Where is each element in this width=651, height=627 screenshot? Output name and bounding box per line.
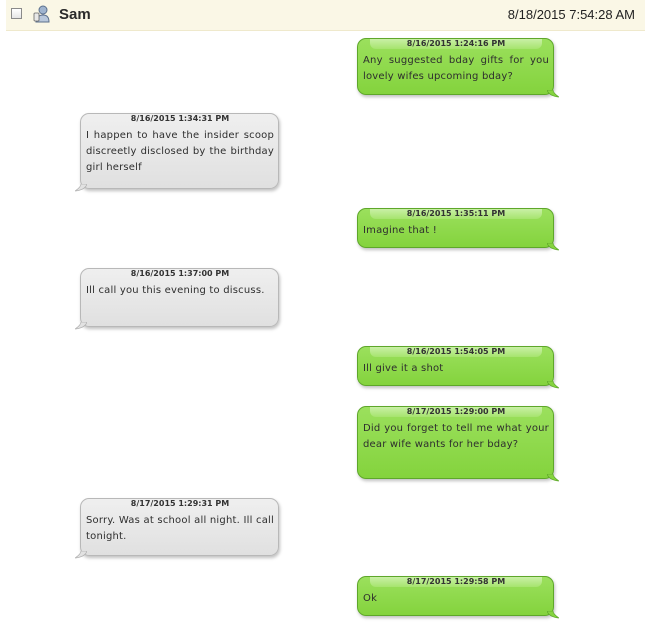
message-timestamp: 8/16/2015 1:37:00 PM <box>130 269 230 278</box>
message-timestamp: 8/17/2015 1:29:00 PM <box>370 407 542 417</box>
bubble-tail-icon <box>75 184 87 192</box>
message-bubble-received: 8/16/2015 1:37:00 PM Ill call you this e… <box>75 268 279 330</box>
message-text: I happen to have the insider scoop discr… <box>86 130 274 173</box>
message-bubble-sent: 8/17/2015 1:29:00 PM Did you forget to t… <box>357 406 559 482</box>
message-timestamp: 8/16/2015 1:34:31 PM <box>130 114 230 123</box>
message-bubble-sent: 8/17/2015 1:29:58 PM Ok <box>357 576 559 619</box>
message-bubble-sent: 8/16/2015 1:35:11 PM Imagine that ! <box>357 208 559 251</box>
message-text: Ok <box>363 593 378 604</box>
message-bubble-sent: 8/16/2015 1:24:16 PM Any suggested bday … <box>357 38 559 98</box>
bubble-tail-icon <box>547 381 559 389</box>
contact-name: Sam <box>59 6 91 23</box>
message-text: Any suggested bday gifts for you lovely … <box>363 55 549 82</box>
message-bubble-sent: 8/16/2015 1:54:05 PM Ill give it a shot <box>357 346 559 389</box>
message-text: Sorry. Was at school all night. Ill call… <box>86 515 274 542</box>
message-timestamp: 8/16/2015 1:54:05 PM <box>370 347 542 357</box>
contact-icon <box>33 5 50 23</box>
select-checkbox[interactable] <box>11 8 22 19</box>
bubble-tail-icon <box>75 322 87 330</box>
message-timestamp: 8/17/2015 1:29:31 PM <box>130 499 230 508</box>
conversation-timestamp: 8/18/2015 7:54:28 AM <box>507 7 635 22</box>
bubble-tail-icon <box>547 474 559 482</box>
message-timestamp: 8/16/2015 1:35:11 PM <box>370 209 542 219</box>
bubble-tail-icon <box>547 243 559 251</box>
message-timestamp: 8/17/2015 1:29:58 PM <box>370 577 542 587</box>
message-bubble-received: 8/17/2015 1:29:31 PM Sorry. Was at schoo… <box>75 498 279 559</box>
message-text: Imagine that ! <box>363 225 437 236</box>
message-text: Ill call you this evening to discuss. <box>86 285 265 296</box>
bubble-tail-icon <box>547 90 559 98</box>
message-bubble-received: 8/16/2015 1:34:31 PM I happen to have th… <box>75 113 279 192</box>
bubble-tail-icon <box>75 551 87 559</box>
bubble-tail-icon <box>547 611 559 619</box>
message-text: Ill give it a shot <box>363 363 444 374</box>
conversation-header: Sam 8/18/2015 7:54:28 AM <box>6 0 645 31</box>
message-text: Did you forget to tell me what your dear… <box>363 423 549 450</box>
message-timestamp: 8/16/2015 1:24:16 PM <box>370 39 542 49</box>
